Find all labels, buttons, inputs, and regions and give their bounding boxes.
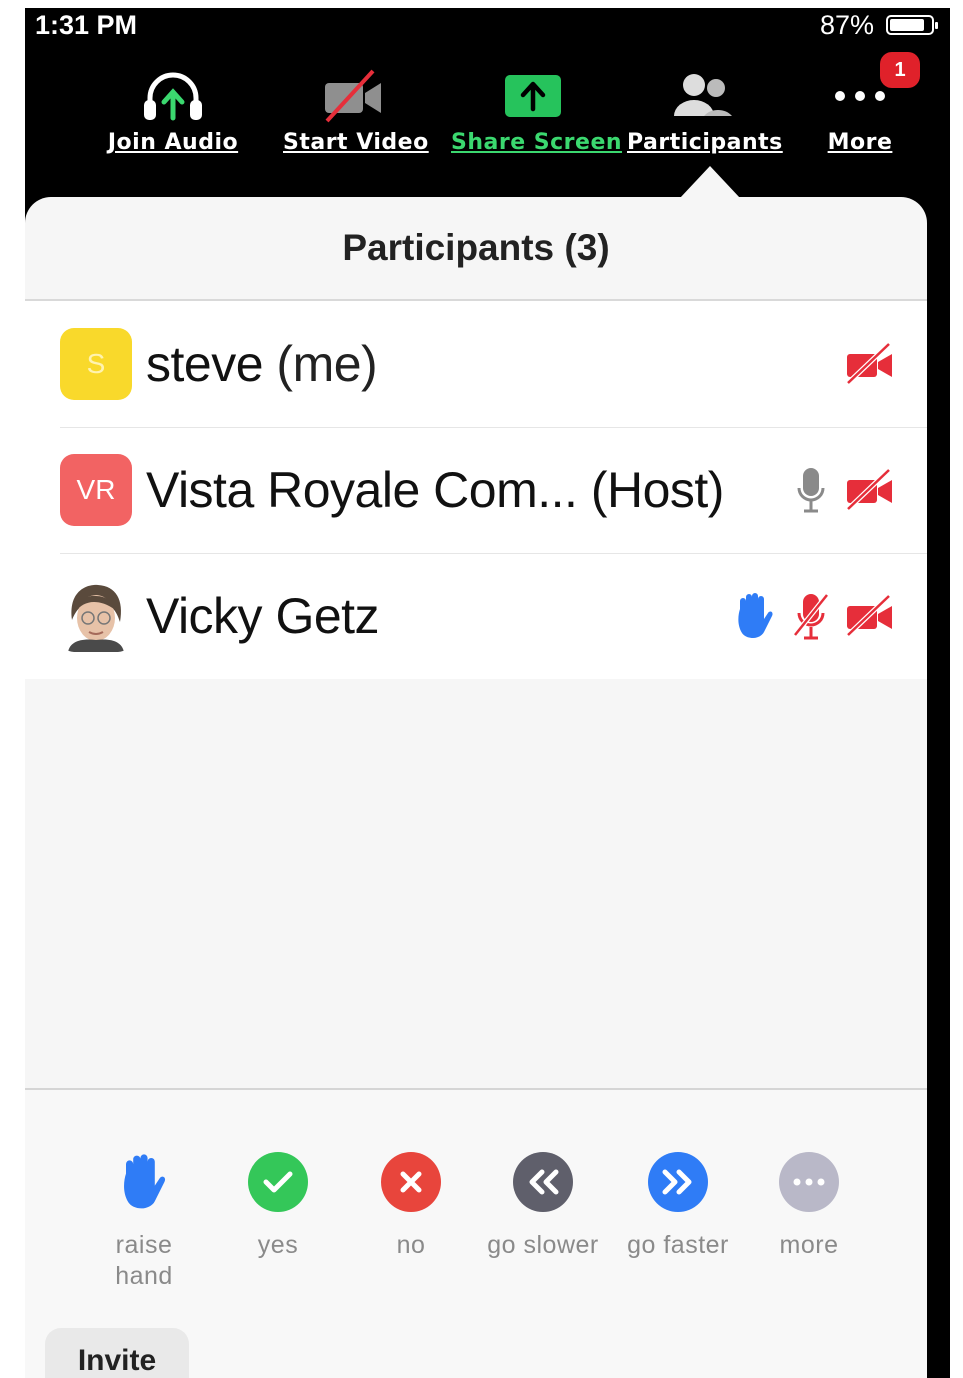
app-window: 1:31 PM 87% Join Audio Start Video Share… [25, 8, 950, 1378]
participant-row-steve[interactable]: S steve (me) [25, 301, 927, 427]
participant-name: Vicky Getz [146, 588, 380, 644]
participants-panel: Participants (3) S steve (me) VR Vista R… [25, 197, 927, 1378]
panel-title: Participants (3) [25, 197, 927, 301]
participant-name: steve (me) [146, 335, 378, 393]
notification-badge: 1 [880, 52, 920, 88]
headphones-icon [107, 66, 239, 126]
checkmark-icon [248, 1152, 308, 1212]
reaction-label: no [396, 1231, 426, 1259]
participants-label: Participants [627, 130, 783, 155]
participant-name-text: steve [146, 336, 264, 392]
start-video-label: Start Video [283, 130, 429, 155]
participant-name-text: Vista Royale Com... [146, 462, 578, 518]
invite-button[interactable]: Invite [45, 1328, 189, 1378]
video-off-icon [845, 595, 895, 637]
participants-button[interactable]: Participants [627, 66, 783, 155]
rewind-icon [513, 1152, 573, 1212]
reaction-label: yes [257, 1231, 299, 1259]
no-button[interactable]: no [370, 1152, 452, 1261]
raise-hand-button[interactable]: raise hand [100, 1152, 188, 1292]
participant-suffix: (me) [276, 336, 378, 392]
start-video-button[interactable]: Start Video [283, 66, 429, 155]
battery-icon [886, 15, 938, 35]
yes-button[interactable]: yes [237, 1152, 319, 1261]
join-audio-label: Join Audio [107, 130, 239, 155]
go-faster-button[interactable]: go faster [616, 1152, 740, 1261]
reactions-bar: raise hand yes no go slower go faster mo… [25, 1088, 927, 1378]
reaction-label-line2: hand [115, 1262, 173, 1290]
share-screen-label: Share Screen [451, 130, 623, 155]
more-reactions-button[interactable]: more [766, 1152, 852, 1261]
fast-forward-icon [648, 1152, 708, 1212]
video-off-icon [283, 66, 423, 126]
battery-percentage: 87% [819, 10, 874, 40]
reaction-label: more [779, 1231, 839, 1259]
participant-suffix: (Host) [590, 462, 725, 518]
panel-pointer [680, 166, 740, 198]
reaction-label: go faster [627, 1231, 729, 1259]
video-off-icon [845, 469, 895, 511]
microphone-icon [797, 466, 825, 514]
avatar: VR [60, 454, 132, 526]
share-screen-icon [451, 66, 615, 126]
video-off-icon [845, 343, 895, 385]
go-slower-button[interactable]: go slower [481, 1152, 605, 1261]
raised-hand-icon [735, 593, 775, 639]
ellipsis-icon [779, 1152, 839, 1212]
x-icon [381, 1152, 441, 1212]
share-screen-button[interactable]: Share Screen [451, 66, 623, 155]
participant-name: Vista Royale Com... (Host) [146, 461, 724, 519]
raise-hand-icon [114, 1152, 174, 1212]
participant-row-vicky[interactable]: Vicky Getz [25, 553, 927, 679]
status-time: 1:31 PM [35, 10, 138, 40]
reaction-label: go slower [487, 1231, 599, 1259]
mic-muted-icon [791, 591, 831, 641]
avatar: S [60, 328, 132, 400]
participant-list: S steve (me) VR Vista Royale Com... (Hos… [25, 301, 927, 679]
participant-row-host[interactable]: VR Vista Royale Com... (Host) [25, 427, 927, 553]
participants-icon [627, 66, 779, 126]
reaction-label-line1: raise [115, 1231, 173, 1259]
join-audio-button[interactable]: Join Audio [107, 66, 239, 155]
avatar-photo [60, 580, 132, 652]
reaction-label: raise hand [100, 1230, 188, 1292]
more-label: More [827, 130, 893, 155]
